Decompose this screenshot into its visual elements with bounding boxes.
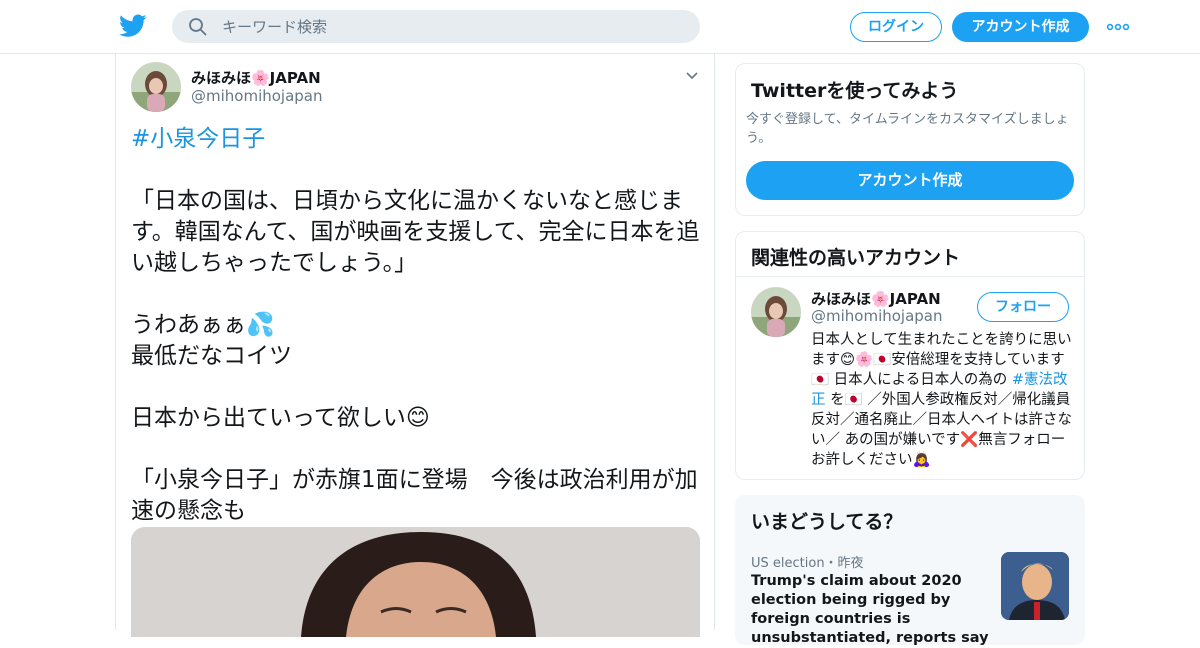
handle[interactable]: @mihomihojapan [191, 87, 323, 105]
related-accounts-card: 関連性の高いアカウント みほみほ🌸JAPAN @mihomihojapan フォ… [735, 231, 1085, 480]
card-title: 関連性の高いアカウント [751, 247, 961, 269]
bio-text: を🇯🇵 ／外国人参政権反対／帰化議員反対／通名廃止／日本人ヘイトは許さない／ あ… [811, 392, 1072, 468]
display-name[interactable]: みほみほ🌸JAPAN [191, 67, 321, 88]
headline-text: 「小泉今日子」が赤旗1面に登場 今後は政治利用が加速の懸念も [131, 467, 698, 524]
profile-bio: 日本人として生まれたことを誇りに思います😊🌸🇯🇵安倍総理を支持しています🇯🇵 日… [811, 330, 1073, 470]
search-icon [189, 18, 207, 36]
signup-button[interactable]: アカウント作成 [746, 161, 1074, 200]
top-navigation-bar: ログイン アカウント作成 [0, 0, 1200, 54]
twitter-logo-icon[interactable] [119, 13, 147, 39]
smile-emoji: 😊 [405, 405, 430, 431]
divider [736, 276, 1084, 277]
card-title: いまどうしてる？ [751, 511, 903, 533]
trend-meta: US election・昨夜 [751, 556, 864, 571]
avatar[interactable] [751, 287, 801, 337]
more-icon[interactable] [1106, 20, 1130, 34]
signup-button[interactable]: アカウント作成 [952, 12, 1089, 42]
display-name[interactable]: みほみほ🌸JAPAN [811, 288, 941, 309]
login-button[interactable]: ログイン [850, 12, 942, 42]
hashtag-link[interactable]: #小泉今日子 [131, 126, 265, 152]
reaction-line: うわあぁぁ [131, 312, 246, 338]
sweat-emoji: 💦 [246, 312, 275, 338]
trend-headline[interactable]: Trump's claim about 2020 election being … [751, 572, 991, 648]
chevron-down-icon[interactable] [684, 69, 700, 81]
tweet-panel: みほみほ🌸JAPAN @mihomihojapan #小泉今日子 「日本の国は、… [115, 54, 715, 637]
trend-thumbnail[interactable] [1001, 552, 1069, 620]
signup-promo-card: Twitterを使ってみよう 今すぐ登録して、タイムラインをカスタマイズしましょ… [735, 63, 1085, 216]
card-subtitle: 今すぐ登録して、タイムラインをカスタマイズしましょう。 [746, 112, 1069, 146]
handle[interactable]: @mihomihojapan [811, 307, 943, 325]
follow-button[interactable]: フォロー [977, 292, 1069, 322]
tweet-text: #小泉今日子 「日本の国は、日頃から文化に温かくないなと感じます。韓国なんて、国… [131, 124, 701, 527]
avatar[interactable] [131, 62, 181, 112]
search-input[interactable] [222, 10, 682, 43]
card-title: Twitterを使ってみよう [751, 80, 959, 102]
search-bar[interactable] [172, 10, 700, 43]
trends-card: いまどうしてる？ US election・昨夜 Trump's claim ab… [735, 495, 1085, 648]
quote-text: 「日本の国は、日頃から文化に温かくないなと感じます。韓国なんて、国が映画を支援し… [131, 188, 700, 276]
reaction-line: 最低だなコイツ [131, 343, 292, 369]
tweet-photo[interactable] [131, 527, 700, 637]
reaction-line: 日本から出ていって欲しい [131, 405, 406, 431]
